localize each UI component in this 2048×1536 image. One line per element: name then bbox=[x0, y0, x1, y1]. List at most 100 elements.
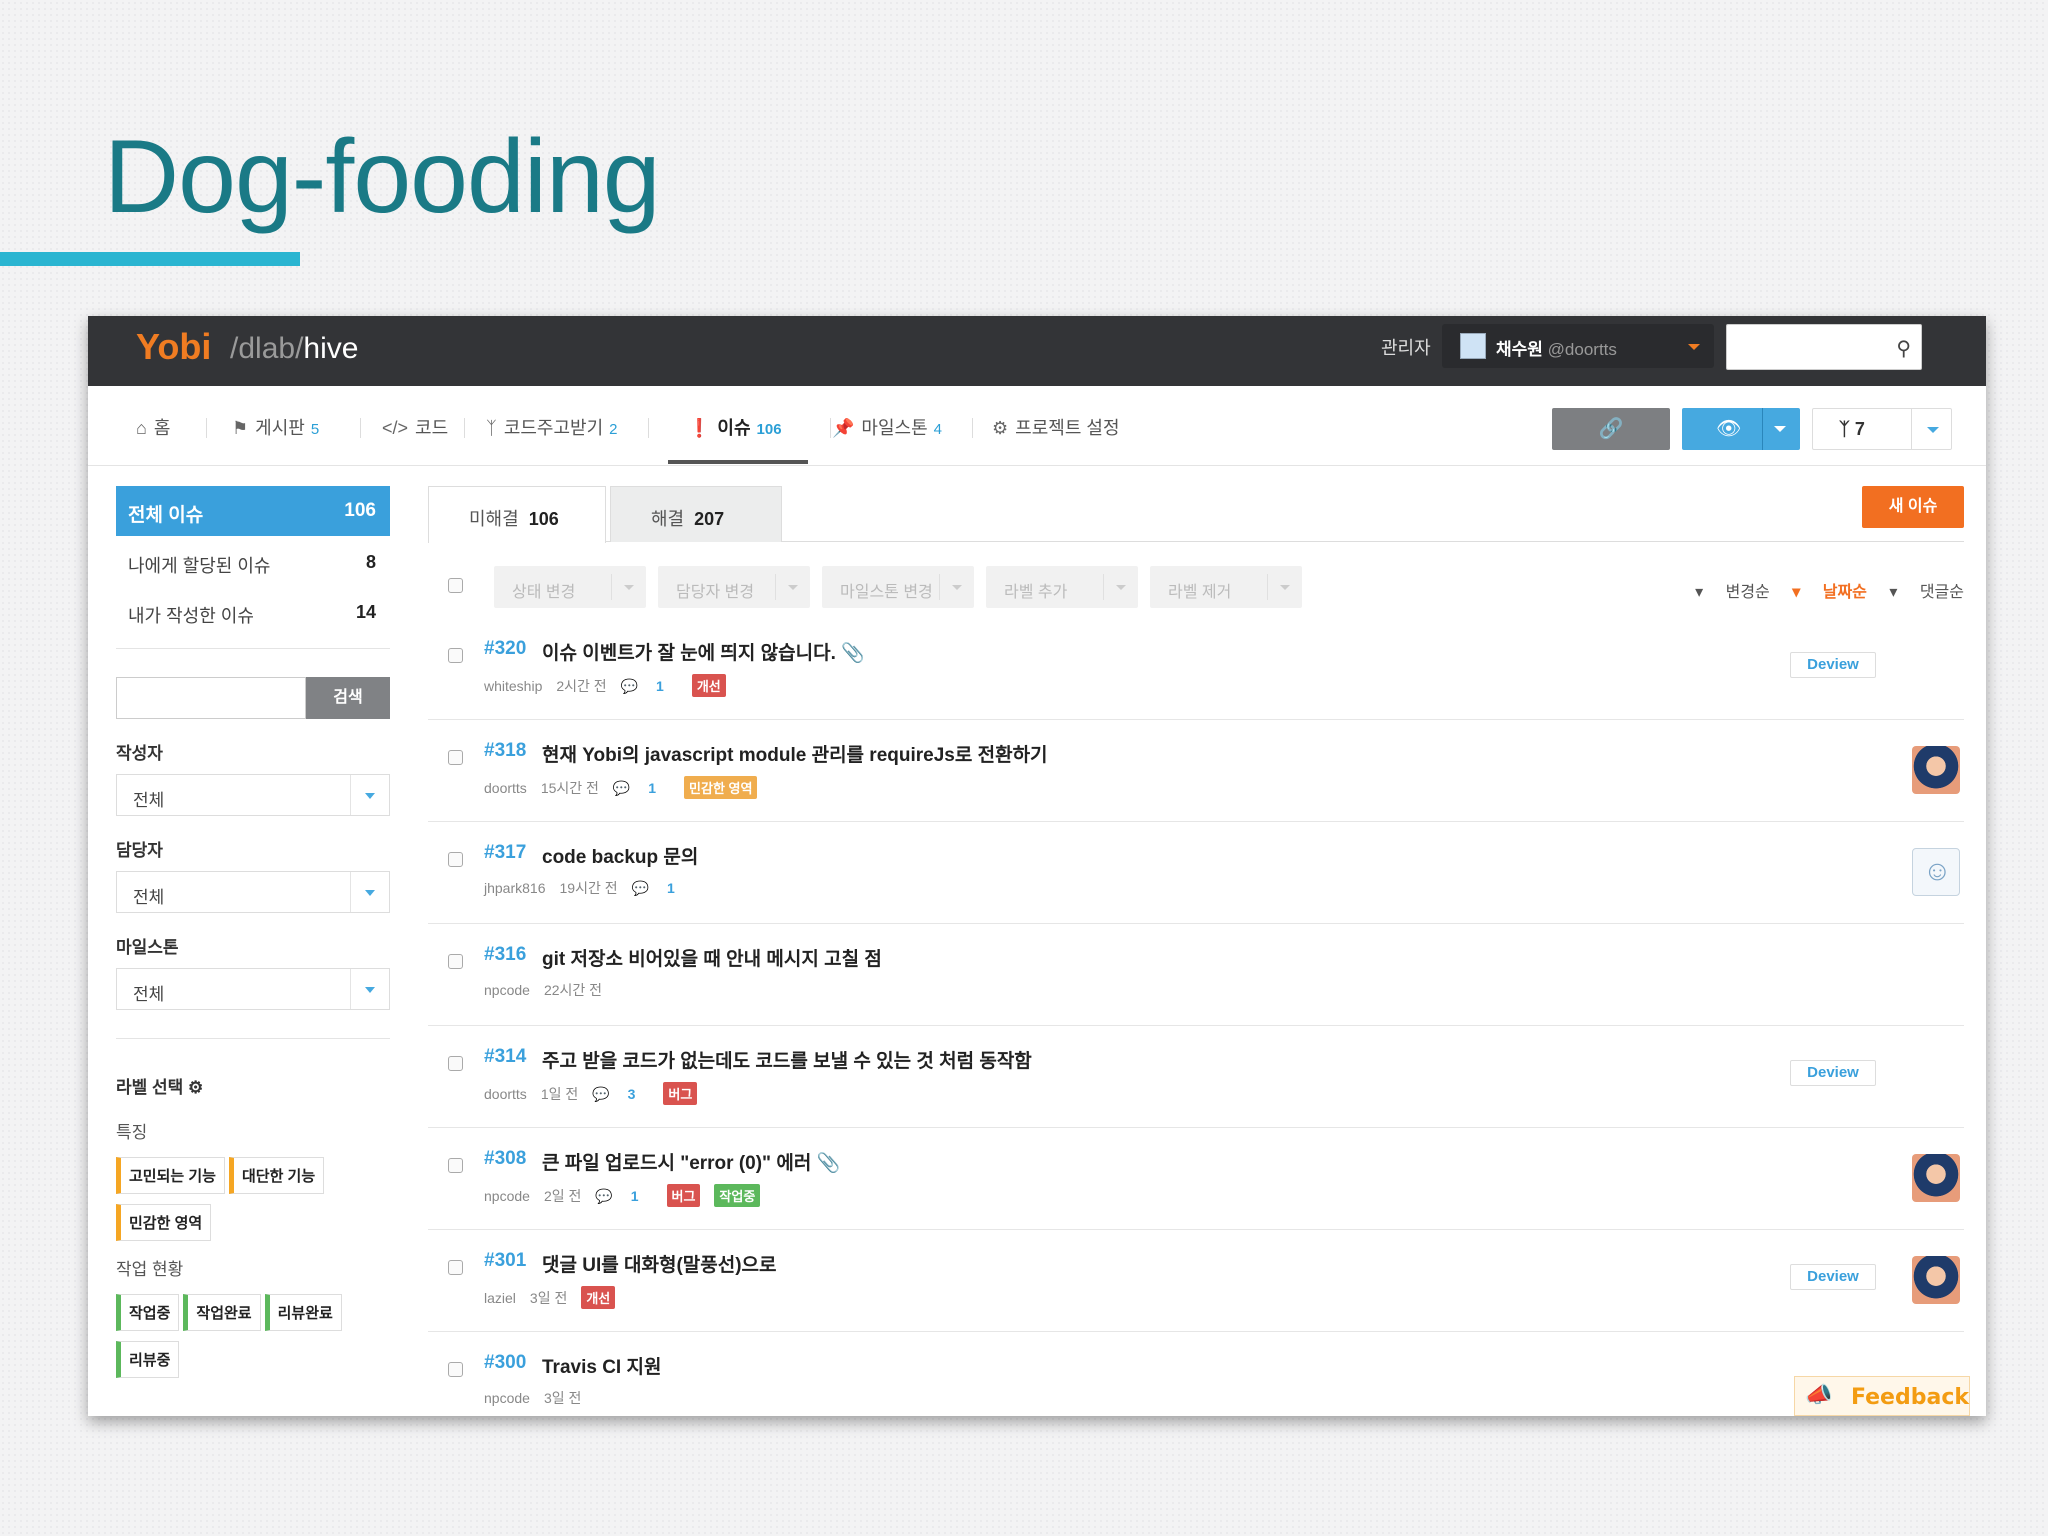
issue-number[interactable]: #320 bbox=[484, 638, 526, 660]
assignee-avatar[interactable] bbox=[1912, 1154, 1960, 1202]
issue-number[interactable]: #300 bbox=[484, 1352, 526, 1374]
comment-icon: 💬 bbox=[631, 880, 650, 896]
issue-number[interactable]: #314 bbox=[484, 1046, 526, 1068]
label-chip[interactable]: 민감한 영역 bbox=[116, 1204, 212, 1241]
search-icon[interactable]: ⚲ bbox=[1896, 336, 1911, 361]
issue-label-badge: 개선 bbox=[581, 1286, 616, 1309]
issue-meta: doortts 1일 전 💬 3 버그 bbox=[484, 1082, 711, 1105]
issue-checkbox[interactable] bbox=[448, 648, 463, 663]
list-item: #301 댓글 UI를 대화형(말풍선)으로 laziel 3일 전 개선 Devi… bbox=[428, 1230, 1964, 1332]
code-icon: </> bbox=[382, 418, 409, 438]
watch-button[interactable]: 👁 bbox=[1682, 408, 1800, 450]
sidebar-item-assigned[interactable]: 나에게 할당된 이슈 8 bbox=[116, 536, 390, 586]
bulk-remove-label-button[interactable]: 라벨 제거 bbox=[1150, 566, 1302, 608]
issue-title[interactable]: 현재 Yobi의 javascript module 관리를 requireJs… bbox=[542, 740, 1048, 767]
issue-title[interactable]: git 저장소 비어있을 때 안내 메시지 고칠 점 bbox=[542, 944, 882, 971]
issue-number[interactable]: #308 bbox=[484, 1148, 526, 1170]
fork-button[interactable]: ᛉ 7 bbox=[1812, 408, 1952, 450]
sidebar-search-input[interactable] bbox=[116, 677, 306, 719]
issue-checkbox[interactable] bbox=[448, 954, 463, 969]
milestone-select[interactable]: 전체 bbox=[116, 968, 390, 1010]
issue-title[interactable]: code backup 문의 bbox=[542, 842, 698, 869]
issue-checkbox[interactable] bbox=[448, 1260, 463, 1275]
label-chip[interactable]: 작업완료 bbox=[183, 1294, 261, 1331]
bulk-milestone-button[interactable]: 마일스톤 변경 bbox=[822, 566, 974, 608]
assignee-select[interactable]: 전체 bbox=[116, 871, 390, 913]
breadcrumb-org[interactable]: dlab bbox=[238, 332, 295, 365]
chevron-down-icon[interactable] bbox=[1927, 427, 1939, 433]
issue-checkbox[interactable] bbox=[448, 750, 463, 765]
tab-open[interactable]: 미해결 106 bbox=[428, 486, 606, 543]
breadcrumb-project[interactable]: hive bbox=[303, 332, 358, 365]
comment-count: 💬 1 bbox=[595, 1188, 639, 1204]
chevron-down-icon bbox=[365, 987, 375, 993]
label-chips-feature: 고민되는 기능 대단한 기능민감한 영역 bbox=[116, 1157, 346, 1251]
app-screenshot: Yobi /dlab/hive 관리자 채수원 @doortts ⚲ ⌂ 홈 ⚑ 게… bbox=[88, 316, 1986, 1416]
issue-title[interactable]: 댓글 UI를 대화형(말풍선)으로 bbox=[542, 1250, 777, 1277]
list-item: #308 큰 파일 업로드시 "error (0)" 에러 📎 npcode 2일… bbox=[428, 1128, 1964, 1230]
label-chip[interactable]: 고민되는 기능 bbox=[116, 1157, 225, 1194]
tab-code[interactable]: </> 코드 bbox=[382, 414, 448, 440]
sort-date[interactable]: ▾ 날짜순 bbox=[1792, 584, 1867, 601]
author-select[interactable]: 전체 bbox=[116, 774, 390, 816]
issue-meta: npcode 2일 전 💬 1 버그 작업중 bbox=[484, 1184, 774, 1207]
assignee-avatar[interactable] bbox=[1912, 746, 1960, 794]
sidebar-item-mine[interactable]: 내가 작성한 이슈 14 bbox=[116, 586, 390, 636]
attachment-icon: 📎 bbox=[816, 1153, 841, 1174]
issue-checkbox[interactable] bbox=[448, 1362, 463, 1377]
issue-label-badge: 민감한 영역 bbox=[684, 776, 758, 799]
megaphone-icon: ⚑ bbox=[232, 418, 249, 438]
feedback-button[interactable]: 📣 Feedback bbox=[1794, 1376, 1970, 1416]
user-menu[interactable]: 채수원 @doortts bbox=[1442, 324, 1714, 368]
issue-time: 3일 전 bbox=[529, 1290, 568, 1306]
yobi-logo[interactable]: Yobi bbox=[136, 326, 211, 368]
issue-checkbox[interactable] bbox=[448, 1158, 463, 1173]
issue-number[interactable]: #317 bbox=[484, 842, 526, 864]
tab-pullrequest[interactable]: ᛉ 코드주고받기 2 bbox=[486, 414, 618, 440]
assignee-avatar[interactable] bbox=[1912, 848, 1960, 896]
bulk-add-label-button[interactable]: 라벨 추가 bbox=[986, 566, 1138, 608]
issue-time: 19시간 전 bbox=[559, 880, 618, 896]
sort-updated[interactable]: ▾ 변경순 bbox=[1695, 584, 1770, 601]
home-icon: ⌂ bbox=[136, 418, 147, 438]
issue-number[interactable]: #301 bbox=[484, 1250, 526, 1272]
assignee-avatar[interactable] bbox=[1912, 1256, 1960, 1304]
bulk-assignee-button[interactable]: 담당자 변경 bbox=[658, 566, 810, 608]
search-button[interactable]: 검색 bbox=[306, 677, 390, 719]
issue-checkbox[interactable] bbox=[448, 852, 463, 867]
milestone-badge[interactable]: Deview bbox=[1790, 1060, 1876, 1086]
select-all-checkbox[interactable] bbox=[448, 578, 463, 593]
tab-closed[interactable]: 해결 207 bbox=[610, 486, 782, 542]
issue-title[interactable]: 이슈 이벤트가 잘 눈에 띄지 않습니다. 📎 bbox=[542, 638, 865, 665]
label-chip[interactable]: 리뷰완료 bbox=[264, 1294, 342, 1331]
label-chip[interactable]: 리뷰중 bbox=[116, 1341, 180, 1378]
tab-milestones[interactable]: 📌 마일스톤 4 bbox=[832, 414, 942, 440]
milestone-badge[interactable]: Deview bbox=[1790, 1264, 1876, 1290]
new-issue-button[interactable]: 새 이슈 bbox=[1862, 486, 1964, 528]
active-tab-indicator bbox=[668, 460, 808, 464]
issue-title[interactable]: 주고 받을 코드가 없는데도 코드를 보낼 수 있는 것 처럼 동작함 bbox=[542, 1046, 1032, 1073]
gear-icon[interactable]: ⚙ bbox=[188, 1078, 203, 1097]
milestone-badge[interactable]: Deview bbox=[1790, 652, 1876, 678]
issue-title[interactable]: 큰 파일 업로드시 "error (0)" 에러 📎 bbox=[542, 1148, 840, 1175]
copy-link-button[interactable]: 🔗 bbox=[1552, 408, 1670, 450]
issue-checkbox[interactable] bbox=[448, 1056, 463, 1071]
tab-settings[interactable]: ⚙ 프로젝트 설정 bbox=[992, 414, 1120, 440]
user-name: 채수원 @doortts bbox=[1496, 340, 1617, 359]
bulk-status-button[interactable]: 상태 변경 bbox=[494, 566, 646, 608]
issue-number[interactable]: #318 bbox=[484, 740, 526, 762]
chevron-down-icon[interactable] bbox=[1774, 426, 1786, 432]
label-chip[interactable]: 작업중 bbox=[116, 1294, 180, 1331]
sidebar-item-all-issues[interactable]: 전체 이슈 106 bbox=[116, 486, 390, 536]
tab-issues[interactable]: ❗ 이슈 106 bbox=[688, 414, 782, 440]
search-input[interactable]: ⚲ bbox=[1726, 324, 1922, 370]
issue-title[interactable]: Travis CI 지원 bbox=[542, 1352, 661, 1379]
sort-comments[interactable]: ▾ 댓글순 bbox=[1889, 584, 1964, 601]
tab-board[interactable]: ⚑ 게시판 5 bbox=[232, 414, 319, 440]
issue-label-badge: 버그 bbox=[666, 1184, 701, 1207]
tab-home[interactable]: ⌂ 홈 bbox=[136, 414, 170, 440]
label-chip[interactable]: 대단한 기능 bbox=[228, 1157, 325, 1194]
sidebar: 전체 이슈 106 나에게 할당된 이슈 8 내가 작성한 이슈 14 검색 작성자 … bbox=[116, 486, 390, 1388]
issue-number[interactable]: #316 bbox=[484, 944, 526, 966]
issue-author: whiteship bbox=[484, 678, 543, 694]
